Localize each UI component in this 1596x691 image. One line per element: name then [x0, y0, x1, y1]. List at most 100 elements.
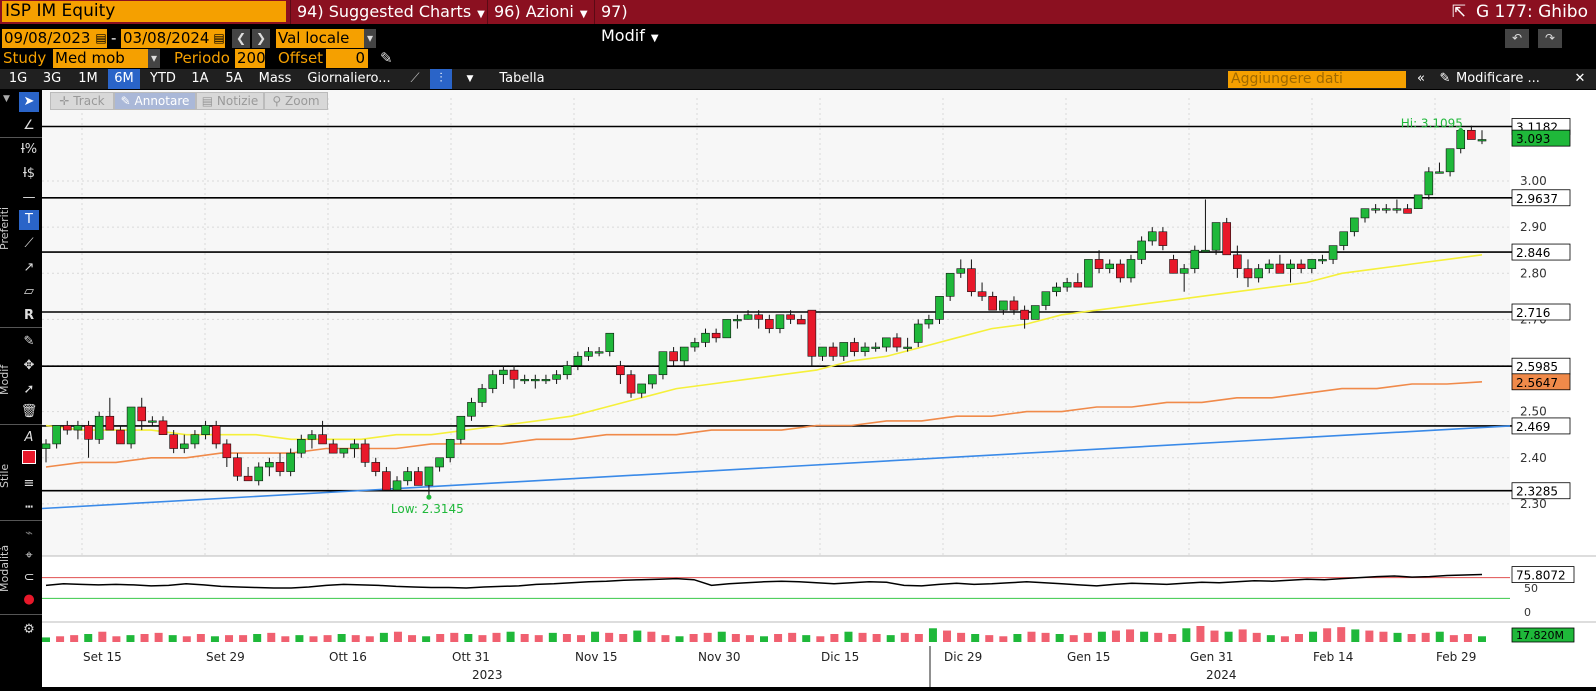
zoom-button[interactable]: ⚲ Zoom	[264, 92, 328, 110]
menu-label: Modif	[601, 26, 645, 45]
end-date-input[interactable]: 03/08/2024	[121, 29, 213, 48]
popout-icon[interactable]: ⇱	[1452, 2, 1466, 22]
candle-body	[265, 462, 274, 468]
trash-icon[interactable]: 🗑	[19, 402, 39, 422]
candle-chart-icon[interactable]: ⫶	[430, 69, 452, 89]
close-icon[interactable]: ✕	[1570, 69, 1590, 89]
dots-icon[interactable]: ●	[19, 590, 39, 610]
font-style-icon[interactable]: A	[19, 428, 39, 448]
x-tick-label: Feb 14	[1313, 650, 1353, 664]
currency-select[interactable]: Val locale	[276, 29, 364, 48]
candle-body	[1264, 263, 1274, 269]
tab-3g[interactable]: 3G	[38, 69, 66, 89]
offset-input[interactable]: 0	[326, 49, 368, 68]
level-tag: 2.3285	[1511, 482, 1571, 500]
period-input[interactable]: 200	[235, 49, 266, 68]
candle-body	[1467, 129, 1476, 140]
draw-icon[interactable]: ∠	[19, 116, 39, 136]
study-select[interactable]: Med mob ser	[53, 49, 149, 86]
tab-5a[interactable]: 5A	[220, 69, 248, 89]
candle	[1222, 217, 1232, 256]
candle-body	[488, 374, 498, 389]
undo-icon[interactable]: ↶	[1505, 29, 1529, 48]
add-data-input[interactable]: Aggiungere dati	[1228, 71, 1406, 88]
chart-area[interactable]: 2.302.402.502.602.702.802.903.003.11822.…	[41, 90, 1596, 687]
start-date-input[interactable]: 09/08/2023	[2, 29, 95, 48]
dollar-icon[interactable]: Ɨ$	[19, 164, 39, 184]
calendar-icon[interactable]: ▤	[213, 29, 225, 48]
azioni-menu[interactable]: 96) Azioni ▼	[487, 0, 593, 24]
text-tool-icon[interactable]: T	[19, 210, 39, 230]
crosshair-icon[interactable]: ⌖	[19, 546, 39, 566]
trendline-icon[interactable]: ⟋	[19, 234, 39, 254]
ray-icon[interactable]: ↗	[19, 258, 39, 278]
prev-arrow-icon[interactable]: ❮	[232, 29, 250, 48]
tab-1a[interactable]: 1A	[186, 69, 214, 89]
candle-body	[148, 420, 157, 423]
gear-icon[interactable]: ⚙	[19, 620, 39, 640]
magnet-icon[interactable]: ⊂	[19, 568, 39, 588]
modif-menu[interactable]: 97) Modif ▼	[594, 0, 690, 45]
hline-icon[interactable]: —	[19, 188, 39, 208]
year-label: 2024	[1206, 668, 1237, 682]
r-icon[interactable]: R	[19, 306, 39, 326]
tab-6m[interactable]: 6M	[108, 69, 140, 89]
modify-button[interactable]: Modificare ...	[1456, 69, 1548, 89]
news-button[interactable]: ▤ Notizie	[196, 92, 264, 110]
candle-body	[382, 471, 391, 491]
price-chart-svg[interactable]: 2.302.402.502.602.702.802.903.003.11822.…	[41, 90, 1596, 687]
volume-bar	[1111, 630, 1120, 642]
cursor-icon[interactable]: ➤	[19, 92, 39, 112]
volume-bar	[351, 635, 360, 642]
candle-body	[626, 374, 636, 394]
track-button[interactable]: ✛ Track	[50, 92, 114, 110]
volume-bar	[816, 636, 825, 642]
chart-title[interactable]: ⇱ G 177: Ghibo	[1452, 0, 1588, 24]
annotate-button[interactable]: ✎ Annotare	[114, 92, 196, 110]
suggested-charts-menu[interactable]: 94) Suggested Charts ▼	[290, 0, 486, 24]
tab-giornaliero[interactable]: Giornaliero...	[300, 69, 398, 89]
level-tag: 2.469	[1511, 417, 1571, 435]
pen-icon[interactable]: ✎	[19, 332, 39, 352]
chevron-down-icon[interactable]: ▾	[364, 29, 376, 48]
ticker-field[interactable]: ISP IM Equity	[2, 1, 286, 22]
redo-icon[interactable]: ↷	[1538, 29, 1562, 48]
candle-body	[690, 342, 700, 348]
edit-icon[interactable]: ✎	[1434, 69, 1456, 89]
chevron-down-icon[interactable]: ▾	[148, 49, 160, 68]
volume-bar	[112, 636, 121, 642]
candle-body	[1062, 282, 1072, 288]
level-tag-text: 2.846	[1516, 246, 1550, 260]
percent-icon[interactable]: Ɨ%	[19, 140, 39, 160]
line-style-icon[interactable]: ┅	[19, 498, 39, 518]
pencil-icon[interactable]: ✎	[380, 49, 393, 67]
candle-body	[1179, 268, 1189, 274]
chevron-down-icon[interactable]: ▼	[462, 69, 478, 89]
tab-1m[interactable]: 1M	[72, 69, 104, 89]
collapse-icon[interactable]: «	[1410, 69, 1432, 89]
eraser-icon[interactable]: ⌁	[19, 524, 39, 544]
color-icon[interactable]	[19, 450, 39, 470]
collapse-arrow-icon[interactable]: ▼	[3, 94, 10, 104]
volume-bar	[900, 632, 909, 642]
channel-icon[interactable]: ▱	[19, 282, 39, 302]
candle-body	[1477, 139, 1487, 142]
menu-number: 97)	[601, 2, 628, 21]
table-button[interactable]: Tabella	[492, 69, 552, 89]
move-icon[interactable]: ✥	[19, 356, 39, 376]
candle-body	[318, 434, 327, 445]
x-tick-label: Nov 15	[575, 650, 618, 664]
calendar-icon[interactable]: ▤	[95, 29, 107, 48]
volume-bar	[225, 635, 234, 642]
tab-ytd[interactable]: YTD	[144, 69, 182, 89]
candle-body	[1158, 231, 1168, 246]
candle-body	[1424, 171, 1434, 196]
candle-body	[711, 332, 721, 339]
line-weight-icon[interactable]: ≡	[19, 474, 39, 494]
next-arrow-icon[interactable]: ❯	[252, 29, 270, 48]
tab-mass[interactable]: Mass	[254, 69, 296, 89]
select-add-icon[interactable]: ➚	[19, 380, 39, 400]
tab-1g[interactable]: 1G	[4, 69, 32, 89]
candle-body	[882, 337, 891, 348]
line-chart-icon[interactable]: ⟋	[404, 69, 426, 89]
